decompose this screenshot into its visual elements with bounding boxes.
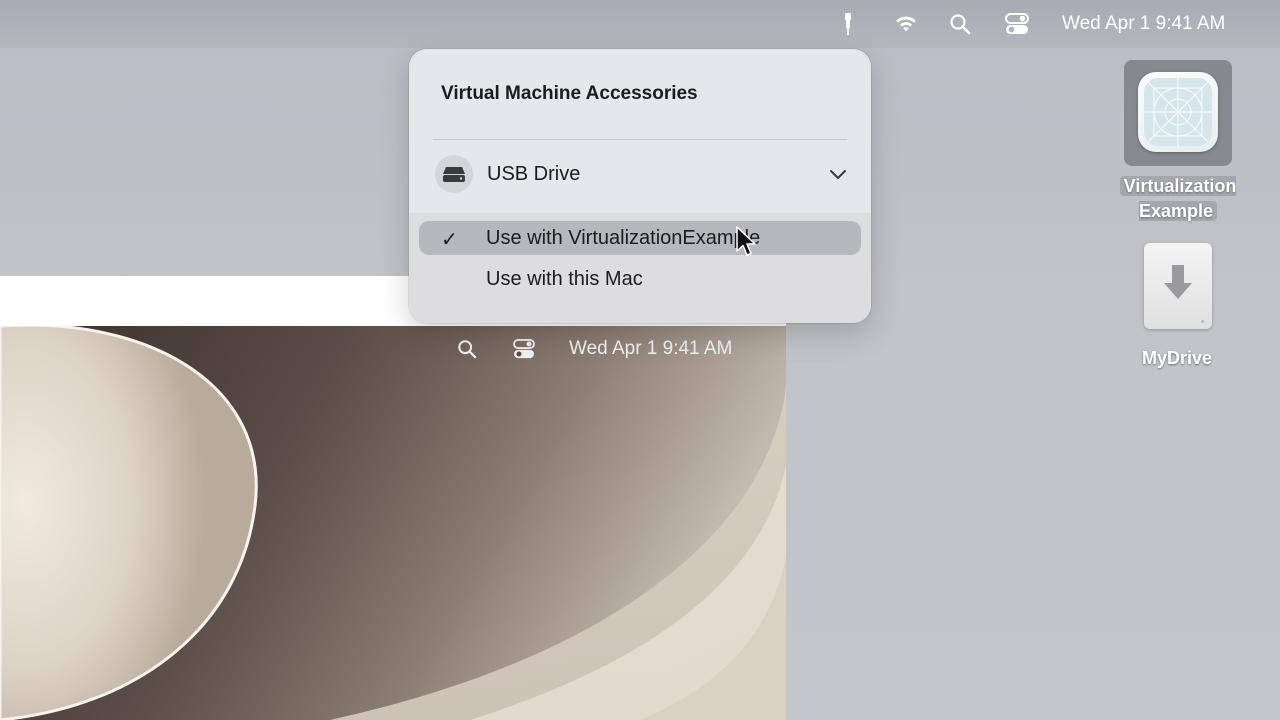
usb-plug-icon[interactable] xyxy=(836,12,860,36)
checkmark-icon: ✓ xyxy=(441,229,458,251)
desktop-item-label: MyDrive xyxy=(1141,348,1213,368)
option-label: Use with this Mac xyxy=(486,268,643,290)
usb-drive-row[interactable]: USB Drive xyxy=(435,153,849,195)
vm-screen[interactable] xyxy=(0,326,786,720)
vm-window[interactable]: Wed Apr 1 9:41 AM xyxy=(0,276,786,720)
desktop-item-label: Virtualization Example xyxy=(1104,174,1252,224)
menu-bar: Wed Apr 1 9:41 AM xyxy=(0,0,1280,48)
menu-bar-clock[interactable]: Wed Apr 1 9:41 AM xyxy=(1062,12,1225,36)
option-label: Use with VirtualizationExample xyxy=(486,227,761,249)
device-label: USB Drive xyxy=(487,163,581,185)
option-use-with-mac[interactable]: Use with this Mac xyxy=(419,262,861,296)
external-drive-icon[interactable] xyxy=(1144,243,1212,329)
accessories-popover: Virtual Machine Accessories USB Drive ✓ … xyxy=(409,49,871,323)
desktop-item-virtualization-example[interactable] xyxy=(1124,60,1232,166)
chevron-down-icon[interactable] xyxy=(827,163,849,185)
search-icon[interactable] xyxy=(948,12,972,36)
vm-app-icon xyxy=(1138,72,1218,152)
control-center-icon[interactable] xyxy=(513,338,535,360)
control-center-icon[interactable] xyxy=(1005,12,1029,36)
option-use-with-vm[interactable]: ✓ Use with VirtualizationExample xyxy=(419,221,861,255)
vm-menu-bar-clock[interactable]: Wed Apr 1 9:41 AM xyxy=(569,337,732,361)
popover-title: Virtual Machine Accessories xyxy=(441,83,698,104)
divider xyxy=(433,139,847,140)
search-icon[interactable] xyxy=(456,338,478,360)
wifi-icon[interactable] xyxy=(894,12,918,36)
drive-icon xyxy=(435,155,473,193)
